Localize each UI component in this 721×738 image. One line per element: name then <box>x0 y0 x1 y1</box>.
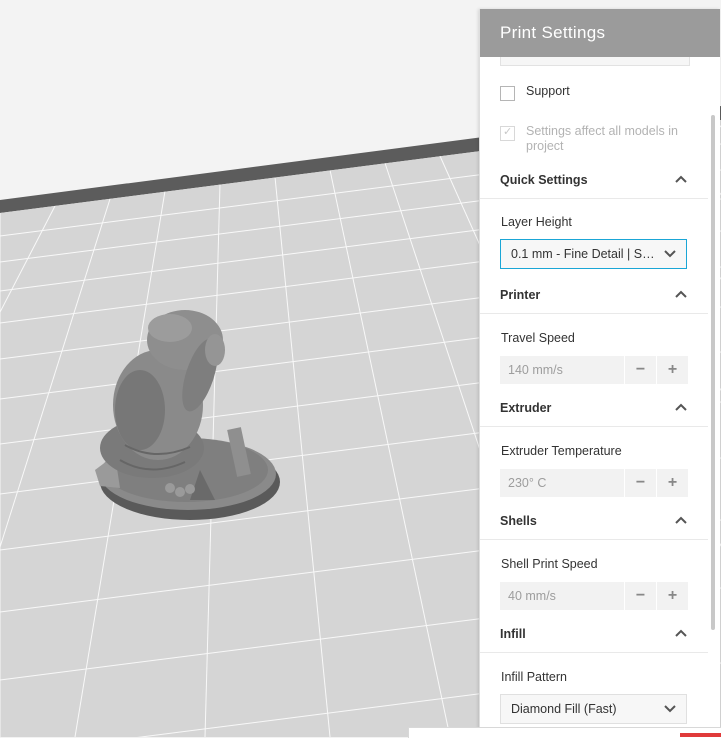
previous-field-stub <box>500 57 690 66</box>
increment-button[interactable]: + <box>657 469 688 497</box>
chevron-up-icon[interactable] <box>674 402 688 412</box>
section-infill[interactable]: Infill <box>480 618 708 653</box>
decrement-button[interactable]: − <box>625 356 656 384</box>
travel-speed-input[interactable]: 140 mm/s <box>500 356 624 384</box>
section-title: Infill <box>500 627 526 641</box>
shell-print-speed-input[interactable]: 40 mm/s <box>500 582 624 610</box>
layer-height-label: Layer Height <box>501 215 572 229</box>
support-label: Support <box>526 84 570 98</box>
chevron-up-icon[interactable] <box>674 628 688 638</box>
section-title: Printer <box>500 288 541 302</box>
chevron-up-icon[interactable] <box>674 174 688 184</box>
infill-pattern-select[interactable]: Diamond Fill (Fast) <box>500 694 687 724</box>
panel-header: Print Settings <box>480 9 720 57</box>
section-title: Quick Settings <box>500 173 588 187</box>
bottom-toolbar-edge <box>408 727 721 738</box>
support-row[interactable]: Support <box>500 84 570 101</box>
infill-pattern-label: Infill Pattern <box>501 670 568 684</box>
chevron-up-icon[interactable] <box>674 515 688 525</box>
travel-speed-label: Travel Speed <box>501 331 575 345</box>
extruder-temperature-stepper: 230° C − + <box>500 469 689 497</box>
support-checkbox[interactable] <box>500 86 515 101</box>
decrement-button[interactable]: − <box>625 582 656 610</box>
extruder-temperature-label: Extruder Temperature <box>501 444 622 458</box>
increment-button[interactable]: + <box>657 582 688 610</box>
infill-pattern-value: Diamond Fill (Fast) <box>511 702 617 716</box>
section-title: Shells <box>500 514 537 528</box>
affect-all-checkbox: ✓ <box>500 126 515 141</box>
shell-print-speed-label: Shell Print Speed <box>501 557 598 571</box>
section-title: Extruder <box>500 401 552 415</box>
increment-button[interactable]: + <box>657 356 688 384</box>
affect-all-row: ✓ Settings affect all models in project <box>500 124 686 154</box>
section-quick-settings[interactable]: Quick Settings <box>480 164 708 199</box>
print-settings-panel: Print Settings Support ✓ Settings affect… <box>479 9 720 737</box>
chevron-up-icon[interactable] <box>674 289 688 299</box>
extruder-temperature-input[interactable]: 230° C <box>500 469 624 497</box>
layer-height-select[interactable]: 0.1 mm - Fine Detail | Slow Print <box>500 239 687 269</box>
chevron-down-icon <box>664 705 676 713</box>
travel-speed-stepper: 140 mm/s − + <box>500 356 689 384</box>
section-shells[interactable]: Shells <box>480 505 708 540</box>
section-printer[interactable]: Printer <box>480 279 708 314</box>
affect-all-label: Settings affect all models in project <box>526 124 678 153</box>
panel-scrollbar[interactable] <box>711 115 715 630</box>
chevron-down-icon <box>664 250 676 258</box>
shell-print-speed-stepper: 40 mm/s − + <box>500 582 689 610</box>
layer-height-value: 0.1 mm - Fine Detail | Slow Print <box>511 247 656 261</box>
bottom-action-button-edge[interactable] <box>680 733 721 737</box>
panel-title: Print Settings <box>500 23 606 42</box>
check-icon: ✓ <box>503 126 513 138</box>
decrement-button[interactable]: − <box>625 469 656 497</box>
section-extruder[interactable]: Extruder <box>480 392 708 427</box>
